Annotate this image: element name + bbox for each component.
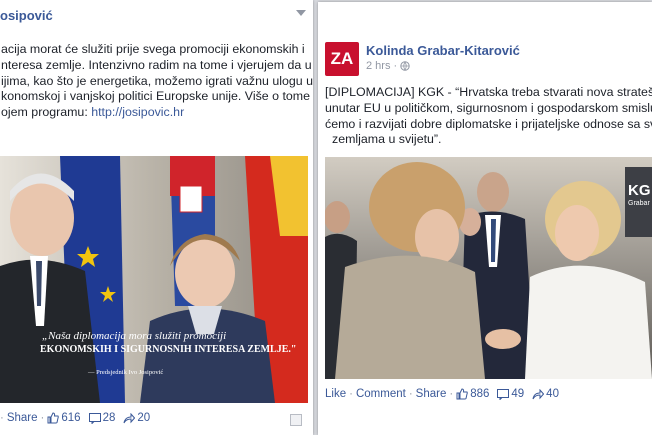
avatar[interactable]: ZA — [325, 42, 359, 76]
post-footer: Like · Comment · Share · 886 49 40 — [325, 388, 559, 400]
post-text: acija morat će služiti prije svega promo… — [1, 42, 313, 121]
comment-icon — [88, 412, 101, 424]
post-text-line: nteresa zemlje. Intenzivno radim na tome… — [1, 57, 312, 72]
post-author-name[interactable]: Kolinda Grabar-Kitarović — [366, 43, 520, 58]
right-post-card: ZA Kolinda Grabar-Kitarović 2 hrs · [DIP… — [318, 2, 652, 435]
photo-sign-text: KG — [628, 182, 651, 199]
photo-merkel-grabar-kitarovic — [325, 157, 652, 379]
post-text-line: ijima, kao što je energetika, možemo igr… — [1, 73, 313, 88]
share-count[interactable]: 20 — [123, 412, 150, 424]
photo-quote-line2: EKONOMSKIH I SIGURNOSNIH INTERESA ZEMLJE… — [40, 344, 297, 355]
post-author-name[interactable]: osipović — [0, 8, 53, 23]
thumbs-up-icon — [456, 388, 468, 400]
photo-quote-line1: „Naša diplomacija mora služiti promociji — [42, 330, 227, 342]
globe-icon — [400, 61, 410, 71]
post-link[interactable]: http://josipovic.hr — [91, 105, 184, 119]
flag-report-icon[interactable] — [290, 414, 302, 426]
left-post-card: osipović acija morat će služiti prije sv… — [0, 0, 313, 435]
comment-link[interactable]: Comment — [356, 388, 406, 400]
photo-josipovic-merkel — [0, 156, 308, 403]
share-link[interactable]: Share — [416, 388, 447, 400]
share-link[interactable]: Share — [7, 412, 38, 424]
post-text-line: ćemo i razvijati dobre diplomatske i pri… — [325, 116, 652, 131]
like-count[interactable]: 616 — [47, 412, 81, 424]
post-photo[interactable]: „Naša diplomacija mora služiti promociji… — [0, 156, 308, 403]
post-text-line: konomskoj i vanjskoj politici Europske u… — [1, 89, 310, 104]
post-text-line: acija morat će služiti prije svega promo… — [1, 42, 305, 56]
post-text-line: [DIPLOMACIJA] KGK - “Hrvatska treba stva… — [325, 85, 652, 99]
comment-icon — [497, 388, 510, 400]
post-text: [DIPLOMACIJA] KGK - “Hrvatska treba stva… — [325, 85, 652, 148]
post-footer: · Share · 616 28 20 — [0, 412, 151, 424]
post-text-line: ojem programu: http://josipovic.hr — [1, 105, 185, 120]
post-text-line: zemljama u svijetu”. — [332, 132, 442, 147]
like-count[interactable]: 886 — [456, 388, 489, 400]
photo-sign-subtext: Grabar — [628, 200, 650, 207]
post-photo[interactable]: KG Grabar — [325, 157, 652, 379]
photo-attribution: — Predsjednik Ivo Josipović — [88, 369, 164, 376]
post-text-line: unutar EU u političkom, sigurnosnom i go… — [325, 100, 652, 115]
avatar-text: ZA — [330, 49, 354, 68]
share-arrow-icon — [532, 388, 545, 399]
like-link[interactable]: Like — [325, 388, 346, 400]
post-options-chevron-icon[interactable] — [296, 10, 306, 16]
comment-count[interactable]: 28 — [88, 412, 115, 424]
share-arrow-icon — [123, 412, 136, 423]
thumbs-up-icon — [47, 412, 60, 424]
share-count[interactable]: 40 — [532, 388, 559, 400]
comment-count[interactable]: 49 — [497, 388, 524, 400]
post-timestamp[interactable]: 2 hrs · — [366, 60, 410, 72]
